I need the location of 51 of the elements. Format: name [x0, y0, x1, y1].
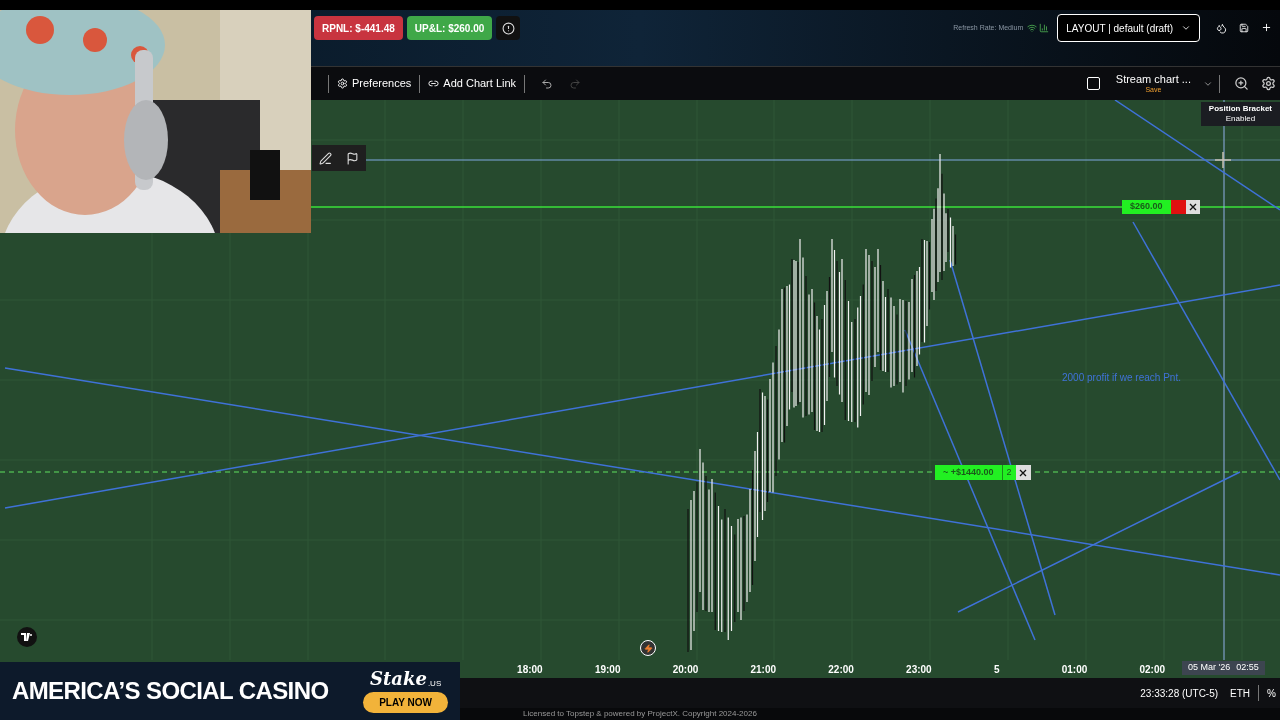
time-axis-label: 23:00	[905, 662, 933, 677]
casino-banner[interactable]: AMERICA’S SOCIAL CASINO Stake.US PLAY NOW	[0, 662, 460, 720]
droplets-icon[interactable]	[1216, 23, 1227, 34]
link-icon	[428, 78, 440, 89]
settings-icon[interactable]	[1261, 76, 1276, 91]
alert-icon[interactable]	[496, 16, 521, 40]
tooltip-status: Enabled	[1225, 114, 1256, 124]
add-icon[interactable]	[1261, 22, 1272, 33]
crosshair-cursor	[1214, 151, 1232, 169]
signal-bars-icon	[1039, 23, 1050, 33]
toolbar-button[interactable]: Add Chart Link	[424, 75, 521, 92]
target-order-label[interactable]: $260.00	[1122, 200, 1171, 214]
session-toggle[interactable]: ETH	[1230, 685, 1251, 701]
brand-logo-text: Stake	[369, 669, 427, 688]
clock-text: 23:33:28 (UTC-5)	[1140, 686, 1219, 701]
line-tool-icon[interactable]	[319, 151, 332, 165]
license-footer: Licensed to Topstep & powered by ProjectX. Copyright 2024-2026	[523, 710, 757, 718]
gear-icon	[337, 78, 348, 89]
caret-icon	[1181, 23, 1191, 33]
tooltip-title: Position Bracket	[1208, 104, 1272, 114]
stream-checkbox[interactable]	[1086, 77, 1100, 90]
time-axis-label: 18:00	[516, 662, 544, 677]
trend-line[interactable]	[1114, 100, 1280, 211]
account-pill: RPNL: $-441.48	[314, 16, 403, 40]
position-label[interactable]: ~ +$1440.00	[935, 465, 1002, 480]
time-axis-label: 01:00	[1060, 662, 1089, 677]
trend-line[interactable]	[904, 329, 1036, 641]
account-pill: UP&L: $260.00	[406, 16, 493, 40]
time-axis-label: 21:00	[749, 662, 778, 677]
close-icon	[1019, 468, 1028, 477]
chart-name: Stream chart ...	[1115, 74, 1191, 85]
trend-line[interactable]	[949, 259, 1056, 616]
time-axis-label: 22:00	[827, 662, 855, 677]
close-icon	[1188, 203, 1197, 211]
crosshair-time-label: 05 Mar '26 02:55	[1182, 661, 1265, 675]
time-axis-label: 20:00	[671, 662, 700, 677]
undo-icon[interactable]	[541, 77, 554, 90]
toolbar-button[interactable]: Preferences	[333, 75, 416, 92]
save-icon[interactable]	[1239, 23, 1249, 33]
play-now-button[interactable]: PLAY NOW	[363, 691, 448, 713]
time-axis-label: 19:00	[593, 662, 622, 677]
flag-tool-icon[interactable]	[346, 151, 359, 165]
time-axis-label: 5	[992, 662, 1001, 677]
layout-dropdown[interactable]: LAYOUT | default (draft)	[1057, 14, 1200, 42]
wifi-icon	[1027, 23, 1038, 33]
price-chart[interactable]: Position Bracket Enabled $260.00 ~ +$1440.00 2 2000 profit if we reach Pnt.	[0, 100, 1280, 660]
percent-toggle[interactable]: %	[1267, 685, 1276, 701]
banner-headline: AMERICA’S SOCIAL CASINO	[12, 676, 329, 706]
brand-suffix: .US	[427, 679, 442, 688]
zoom-icon[interactable]	[1234, 76, 1249, 91]
flash-icon[interactable]	[640, 640, 656, 656]
